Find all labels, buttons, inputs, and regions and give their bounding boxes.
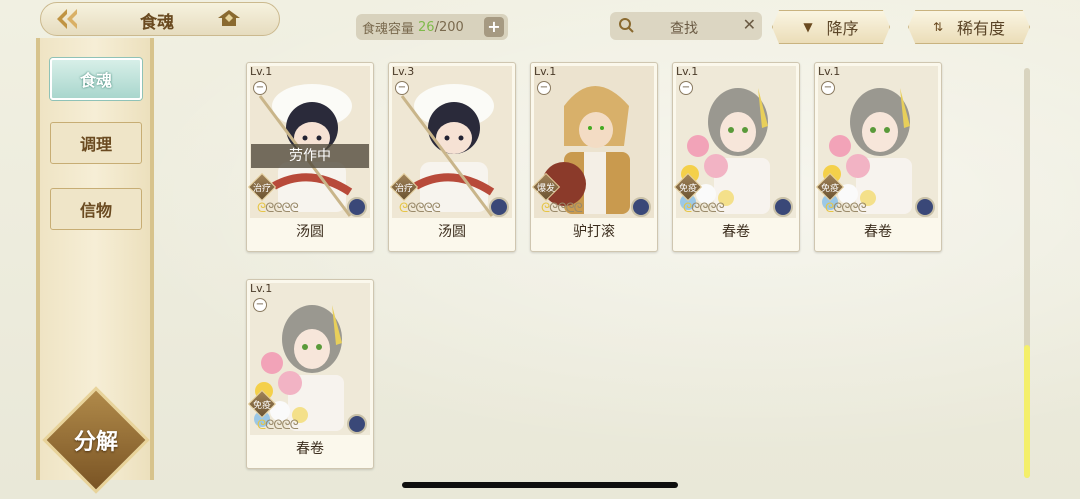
star-icon: ᘓ	[825, 201, 834, 216]
star-icon: ᘓ	[281, 418, 290, 433]
role-badge: 免疫	[247, 389, 277, 419]
search-label: 查找	[670, 21, 698, 37]
star-icon: ᘓ	[257, 418, 266, 433]
role-badge: 治疗	[389, 172, 419, 202]
back-button[interactable]	[44, 4, 92, 34]
level-label: Lv.1	[676, 65, 699, 78]
role-badge: 免疫	[673, 172, 703, 202]
star-icon: ᘓ	[683, 201, 692, 216]
minus-icon: −	[253, 81, 267, 95]
star-icon: ᘓ	[849, 201, 858, 216]
level-label: Lv.1	[250, 65, 273, 78]
sort-down-triangle-icon: ▼	[803, 20, 813, 34]
star-rating: ᘓᘓᘓᘓᘓ	[257, 201, 299, 216]
minus-icon: −	[679, 81, 693, 95]
character-name: 驴打滚	[573, 224, 615, 240]
top-bar: 食魂 食魂容量 26 /200 + 查找 ✕ ▼ 降序 ⇅ 稀有度	[0, 0, 1080, 46]
element-icon	[631, 197, 651, 217]
star-icon: ᘓ	[565, 201, 574, 216]
role-badge: 爆发	[531, 172, 561, 202]
food-soul-card[interactable]: Lv.1 − 劳作中 治疗 ᘓᘓᘓᘓᘓ 汤圆	[246, 62, 374, 252]
star-icon: ᘓ	[399, 201, 408, 216]
clear-search-button[interactable]: ✕	[743, 15, 756, 34]
level-label: Lv.3	[392, 65, 415, 78]
capacity-label: 食魂容量	[362, 21, 415, 37]
home-button[interactable]	[216, 8, 242, 28]
character-name: 春卷	[296, 441, 324, 457]
role-label: 治疗	[394, 183, 413, 194]
sort-order-label: 降序	[826, 19, 859, 38]
add-capacity-button[interactable]: +	[484, 17, 504, 37]
star-rating: ᘓᘓᘓᘓᘓ	[257, 418, 299, 433]
element-icon	[773, 197, 793, 217]
star-icon: ᘓ	[423, 201, 432, 216]
element-icon	[915, 197, 935, 217]
star-rating: ᘓᘓᘓᘓᘓ	[683, 201, 725, 216]
sort-order-button[interactable]: ▼ 降序	[772, 10, 890, 44]
star-icon: ᘓ	[257, 201, 266, 216]
level-label: Lv.1	[250, 282, 273, 295]
level-label: Lv.1	[534, 65, 557, 78]
role-badge: 免疫	[815, 172, 845, 202]
role-label: 免疫	[678, 183, 697, 194]
minus-icon: −	[537, 81, 551, 95]
tab-food-soul[interactable]: 食魂	[50, 58, 142, 100]
search-icon	[619, 18, 634, 33]
capacity-current: 26	[418, 19, 435, 35]
sort-arrows-icon: ⇅	[932, 20, 944, 34]
star-icon: ᘓ	[281, 201, 290, 216]
level-label: Lv.1	[818, 65, 841, 78]
star-icon: ᘓ	[707, 201, 716, 216]
star-icon: ᘓ	[289, 201, 299, 216]
role-label: 爆发	[536, 183, 555, 194]
page-title: 食魂	[140, 13, 174, 33]
scrollbar-thumb[interactable]	[1024, 345, 1030, 478]
minus-icon: −	[253, 298, 267, 312]
star-icon: ᘓ	[715, 201, 725, 216]
sidebar: 食魂 调理 信物 分解	[36, 38, 154, 494]
food-soul-card[interactable]: Lv.1 − 免疫 ᘓᘓᘓᘓᘓ 春卷	[814, 62, 942, 252]
food-soul-card[interactable]: Lv.1 − 爆发 ᘓᘓᘓᘓᘓ 驴打滚	[530, 62, 658, 252]
home-icon	[218, 10, 240, 26]
decompose-label: 分解	[73, 430, 118, 455]
role-label: 免疫	[252, 400, 271, 411]
element-icon	[489, 197, 509, 217]
home-indicator	[402, 482, 678, 488]
working-status: 劳作中	[251, 144, 369, 168]
star-rating: ᘓᘓᘓᘓᘓ	[399, 201, 441, 216]
element-icon	[347, 414, 367, 434]
star-icon: ᘓ	[541, 201, 550, 216]
search-box[interactable]: 查找 ✕	[610, 12, 762, 40]
back-arrow-icon	[57, 9, 77, 29]
star-icon: ᘓ	[857, 201, 867, 216]
role-badge: 治疗	[247, 172, 277, 202]
tab-token[interactable]: 信物	[50, 188, 142, 230]
character-name: 春卷	[864, 224, 892, 240]
role-label: 治疗	[252, 183, 271, 194]
food-soul-card[interactable]: Lv.3 − 治疗 ᘓᘓᘓᘓᘓ 汤圆	[388, 62, 516, 252]
star-icon: ᘓ	[289, 418, 299, 433]
minus-icon: −	[821, 81, 835, 95]
capacity-total: /200	[434, 19, 464, 35]
minus-icon: −	[395, 81, 409, 95]
element-icon	[347, 197, 367, 217]
capacity-display: 食魂容量 26 /200 +	[356, 14, 508, 40]
sort-rarity-button[interactable]: ⇅ 稀有度	[908, 10, 1030, 44]
star-rating: ᘓᘓᘓᘓᘓ	[825, 201, 867, 216]
character-name: 春卷	[722, 224, 750, 240]
tab-conditioning[interactable]: 调理	[50, 122, 142, 164]
character-name: 汤圆	[438, 224, 466, 240]
character-name: 汤圆	[296, 224, 324, 240]
star-rating: ᘓᘓᘓᘓᘓ	[541, 201, 583, 216]
role-label: 免疫	[820, 183, 839, 194]
sort-rarity-label: 稀有度	[957, 19, 1006, 38]
food-soul-card[interactable]: Lv.1 − 免疫 ᘓᘓᘓᘓᘓ 春卷	[672, 62, 800, 252]
star-icon: ᘓ	[431, 201, 441, 216]
star-icon: ᘓ	[573, 201, 583, 216]
food-soul-card[interactable]: Lv.1 − 免疫 ᘓᘓᘓᘓᘓ 春卷	[246, 279, 374, 469]
